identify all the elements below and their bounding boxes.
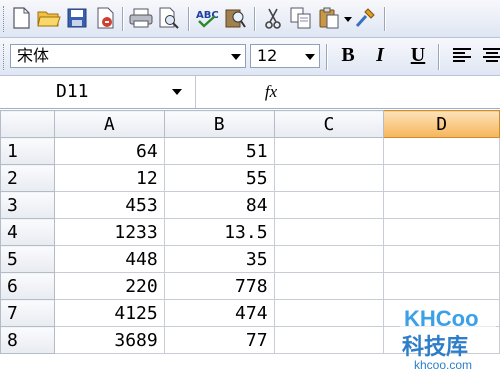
align-left-icon[interactable] [448, 40, 476, 70]
font-name-select[interactable]: 宋体 [10, 44, 246, 68]
row-header[interactable]: 4 [0, 218, 55, 246]
name-box-value: D11 [56, 81, 89, 102]
formula-bar: D11 fx [0, 76, 500, 109]
cell-d[interactable] [383, 245, 500, 273]
cell-b[interactable]: 84 [163, 191, 275, 219]
italic-button[interactable]: I [366, 40, 394, 70]
cell-c[interactable] [273, 245, 385, 273]
format-painter-icon[interactable] [352, 5, 378, 31]
cell-c[interactable] [273, 272, 385, 300]
cell-c[interactable] [273, 218, 385, 246]
row-header[interactable]: 2 [0, 164, 55, 192]
underline-button[interactable]: U [404, 40, 432, 70]
svg-text:khcoo.com: khcoo.com [414, 358, 472, 372]
font-name-value: 宋体 [17, 46, 50, 65]
column-header-b[interactable]: B [163, 110, 275, 138]
bold-button[interactable]: B [334, 40, 362, 70]
cell-b[interactable]: 35 [163, 245, 275, 273]
cell-a[interactable]: 12 [53, 164, 165, 192]
cut-icon[interactable] [260, 5, 286, 31]
copy-icon[interactable] [288, 5, 314, 31]
cell-b[interactable]: 13.5 [163, 218, 275, 246]
row-header[interactable]: 3 [0, 191, 55, 219]
row-header[interactable]: 6 [0, 272, 55, 300]
table-row: 5 448 35 [0, 245, 500, 273]
cell-c[interactable] [273, 191, 385, 219]
cell-d[interactable] [383, 191, 500, 219]
print-icon[interactable] [128, 5, 154, 31]
toolbar-separator [326, 44, 328, 70]
table-row: 3 453 84 [0, 191, 500, 219]
column-header-c[interactable]: C [273, 110, 385, 138]
row-header[interactable]: 1 [0, 137, 55, 165]
permission-icon[interactable] [92, 5, 118, 31]
cell-a[interactable]: 220 [53, 272, 165, 300]
cell-a[interactable]: 1233 [53, 218, 165, 246]
cell-a[interactable]: 448 [53, 245, 165, 273]
toolbar-separator [384, 7, 386, 31]
font-name-dropdown-icon[interactable] [231, 54, 241, 60]
cell-d[interactable] [383, 218, 500, 246]
cell-c[interactable] [273, 326, 385, 354]
cell-d[interactable] [383, 137, 500, 165]
print-preview-icon[interactable] [156, 5, 182, 31]
name-box[interactable]: D11 [0, 76, 196, 108]
cell-d[interactable] [383, 272, 500, 300]
svg-text:KHCoo: KHCoo [404, 306, 479, 331]
select-all-corner[interactable] [0, 110, 55, 138]
toolbar-separator [254, 7, 256, 31]
cell-c[interactable] [273, 137, 385, 165]
table-row: 4 1233 13.5 [0, 218, 500, 246]
name-box-dropdown-icon[interactable] [172, 89, 182, 95]
font-size-dropdown-icon[interactable] [305, 54, 315, 60]
align-center-icon[interactable] [478, 40, 500, 70]
khcoo-logo: KHCoo 科技库 khcoo.com [400, 302, 496, 372]
toolbar-grip[interactable] [3, 6, 7, 32]
svg-text:ABC: ABC [196, 10, 219, 21]
row-header[interactable]: 5 [0, 245, 55, 273]
standard-toolbar: ABC [0, 0, 500, 38]
research-icon[interactable] [222, 5, 248, 31]
cell-b[interactable]: 474 [163, 299, 275, 327]
toolbar-separator [438, 44, 440, 70]
insert-function-button[interactable]: fx [256, 80, 286, 104]
paste-dropdown-icon[interactable] [344, 17, 352, 22]
formula-input[interactable] [292, 79, 498, 105]
toolbar-separator [188, 7, 190, 31]
save-icon[interactable] [64, 5, 90, 31]
watermark: KHCoo 科技库 khcoo.com [398, 300, 498, 372]
spelling-icon[interactable]: ABC [194, 5, 220, 31]
row-header[interactable]: 8 [0, 326, 55, 354]
table-row: 6 220 778 [0, 272, 500, 300]
cell-c[interactable] [273, 164, 385, 192]
cell-a[interactable]: 4125 [53, 299, 165, 327]
cell-d[interactable] [383, 164, 500, 192]
table-row: 1 64 51 [0, 137, 500, 165]
table-row: 2 12 55 [0, 164, 500, 192]
svg-text:科技库: 科技库 [402, 335, 468, 360]
paste-icon[interactable] [316, 5, 342, 31]
cell-a[interactable]: 453 [53, 191, 165, 219]
new-document-icon[interactable] [8, 5, 34, 31]
toolbar-separator [122, 7, 124, 31]
cell-b[interactable]: 77 [163, 326, 275, 354]
cell-c[interactable] [273, 299, 385, 327]
toolbar-grip[interactable] [3, 44, 7, 70]
column-header-d[interactable]: D [383, 110, 500, 138]
cell-b[interactable]: 778 [163, 272, 275, 300]
cell-b[interactable]: 55 [163, 164, 275, 192]
cell-a[interactable]: 3689 [53, 326, 165, 354]
font-size-value: 12 [257, 46, 278, 65]
cell-a[interactable]: 64 [53, 137, 165, 165]
cell-b[interactable]: 51 [163, 137, 275, 165]
row-header[interactable]: 7 [0, 299, 55, 327]
column-header-a[interactable]: A [53, 110, 165, 138]
open-folder-icon[interactable] [36, 5, 62, 31]
